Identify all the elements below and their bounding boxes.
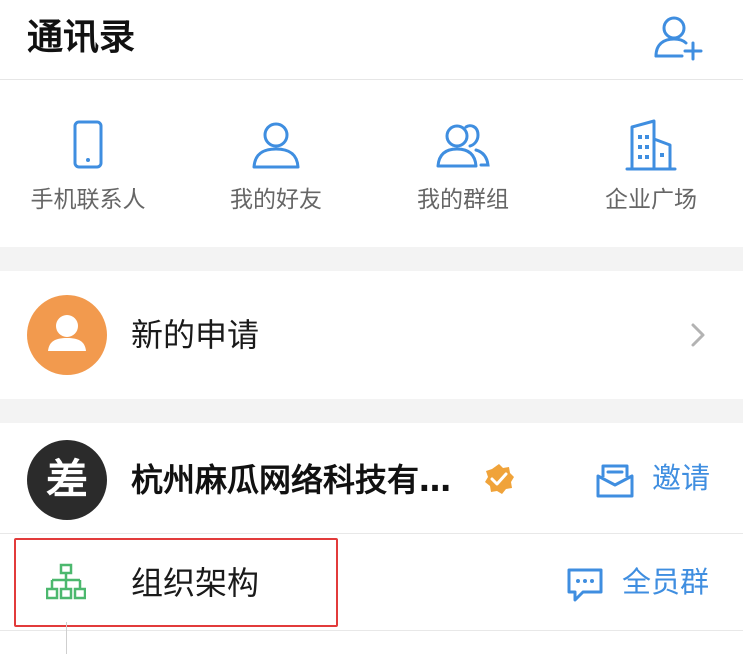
invite-label: 邀请 bbox=[652, 461, 711, 495]
new-request-label: 新的申请 bbox=[131, 316, 260, 354]
header: 通讯录 bbox=[0, 0, 743, 80]
page-title: 通讯录 bbox=[27, 17, 136, 58]
new-request-avatar bbox=[27, 295, 107, 375]
organization-logo: 差 bbox=[27, 440, 107, 520]
quick-entry-my-groups[interactable]: 我的群组 bbox=[370, 81, 556, 247]
group-icon bbox=[436, 124, 490, 168]
quick-entry-label: 手机联系人 bbox=[30, 187, 146, 213]
phone-icon bbox=[73, 120, 103, 169]
verified-badge-icon bbox=[485, 464, 514, 494]
user-silhouette-icon bbox=[48, 315, 86, 351]
person-icon bbox=[252, 122, 300, 169]
quick-entry-label: 我的好友 bbox=[230, 187, 322, 213]
all-members-group-label: 全员群 bbox=[622, 565, 710, 599]
quick-entry-enterprise-plaza[interactable]: 企业广场 bbox=[558, 81, 743, 247]
building-icon bbox=[625, 119, 677, 171]
quick-entry-label: 企业广场 bbox=[605, 187, 697, 213]
organization-name: 杭州麻瓜网络科技有… bbox=[131, 461, 452, 499]
quick-entry-row: 手机联系人 我的好友 我的群组 企业广场 bbox=[0, 81, 743, 247]
chat-bubble-icon bbox=[567, 568, 603, 602]
contacts-page: 通讯录 手机联系人 我的好友 我的群组 企业广场 新的申请 差 杭州麻瓜网络科技… bbox=[0, 0, 743, 654]
quick-entry-label: 我的群组 bbox=[417, 187, 509, 213]
quick-entry-phone-contacts[interactable]: 手机联系人 bbox=[0, 81, 181, 247]
invite-envelope-icon bbox=[596, 464, 634, 498]
quick-entry-my-friends[interactable]: 我的好友 bbox=[183, 81, 369, 247]
org-structure-label[interactable]: 组织架构 bbox=[131, 561, 259, 605]
organization-row[interactable]: 差 杭州麻瓜网络科技有… 邀请 bbox=[0, 423, 743, 534]
new-request-row[interactable]: 新的申请 bbox=[0, 271, 743, 399]
section-divider bbox=[0, 247, 743, 271]
org-chart-icon bbox=[46, 563, 86, 600]
chevron-right-icon bbox=[691, 323, 705, 347]
section-divider bbox=[0, 399, 743, 423]
add-contact-icon[interactable] bbox=[652, 12, 704, 62]
org-structure-row: 组织架构 全员群 bbox=[0, 535, 743, 631]
tree-connector-line bbox=[66, 622, 67, 654]
